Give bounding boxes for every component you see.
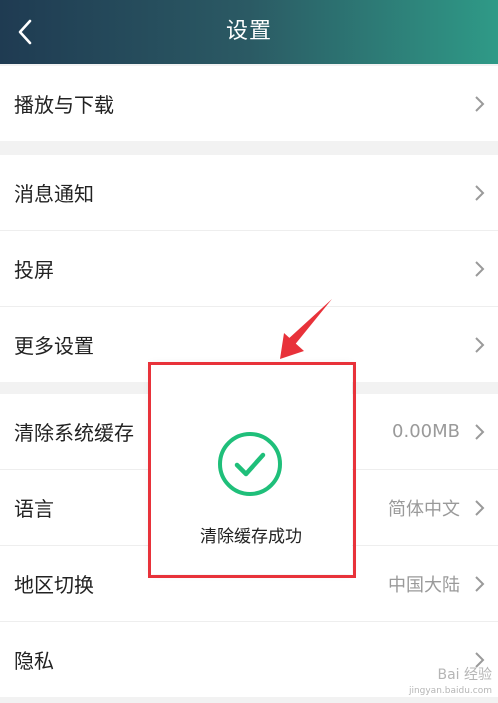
page-title: 设置 [225, 19, 272, 44]
toast-message: 清除缓存成功 [200, 527, 302, 547]
chevron-right-icon [475, 423, 485, 440]
chevron-right-icon [475, 95, 485, 112]
chevron-right-icon [475, 575, 485, 592]
setting-row-cast[interactable]: 投屏 [0, 231, 498, 307]
setting-label: 语言 [14, 497, 54, 521]
setting-label: 投屏 [14, 258, 54, 282]
success-toast: 清除缓存成功 [150, 364, 352, 574]
setting-label: 隐私 [14, 649, 54, 673]
setting-label: 地区切换 [14, 573, 94, 597]
setting-value: 简体中文 [388, 498, 460, 520]
setting-row-notifications[interactable]: 消息通知 [0, 155, 498, 231]
setting-label: 播放与下载 [14, 93, 114, 117]
watermark: Bai 经验 jingyan.baidu.com [409, 667, 492, 699]
settings-group-playback: 播放与下载 [0, 66, 498, 141]
chevron-right-icon [475, 260, 485, 277]
chevron-right-icon [475, 336, 485, 353]
setting-value: 中国大陆 [388, 574, 460, 596]
setting-label: 清除系统缓存 [14, 421, 134, 445]
watermark-text: Bai 经验 [437, 667, 492, 683]
setting-label: 更多设置 [14, 334, 94, 358]
chevron-right-icon [475, 499, 485, 516]
setting-value: 0.00MB [392, 421, 460, 442]
chevron-right-icon [475, 651, 485, 668]
setting-label: 消息通知 [14, 182, 94, 206]
watermark-url: jingyan.baidu.com [408, 686, 492, 696]
settings-group-general: 消息通知 投屏 更多设置 [0, 155, 498, 382]
chevron-right-icon [475, 184, 485, 201]
check-circle-icon [218, 432, 282, 496]
setting-row-play-download[interactable]: 播放与下载 [0, 66, 498, 141]
top-bar: 设置 [0, 0, 498, 64]
